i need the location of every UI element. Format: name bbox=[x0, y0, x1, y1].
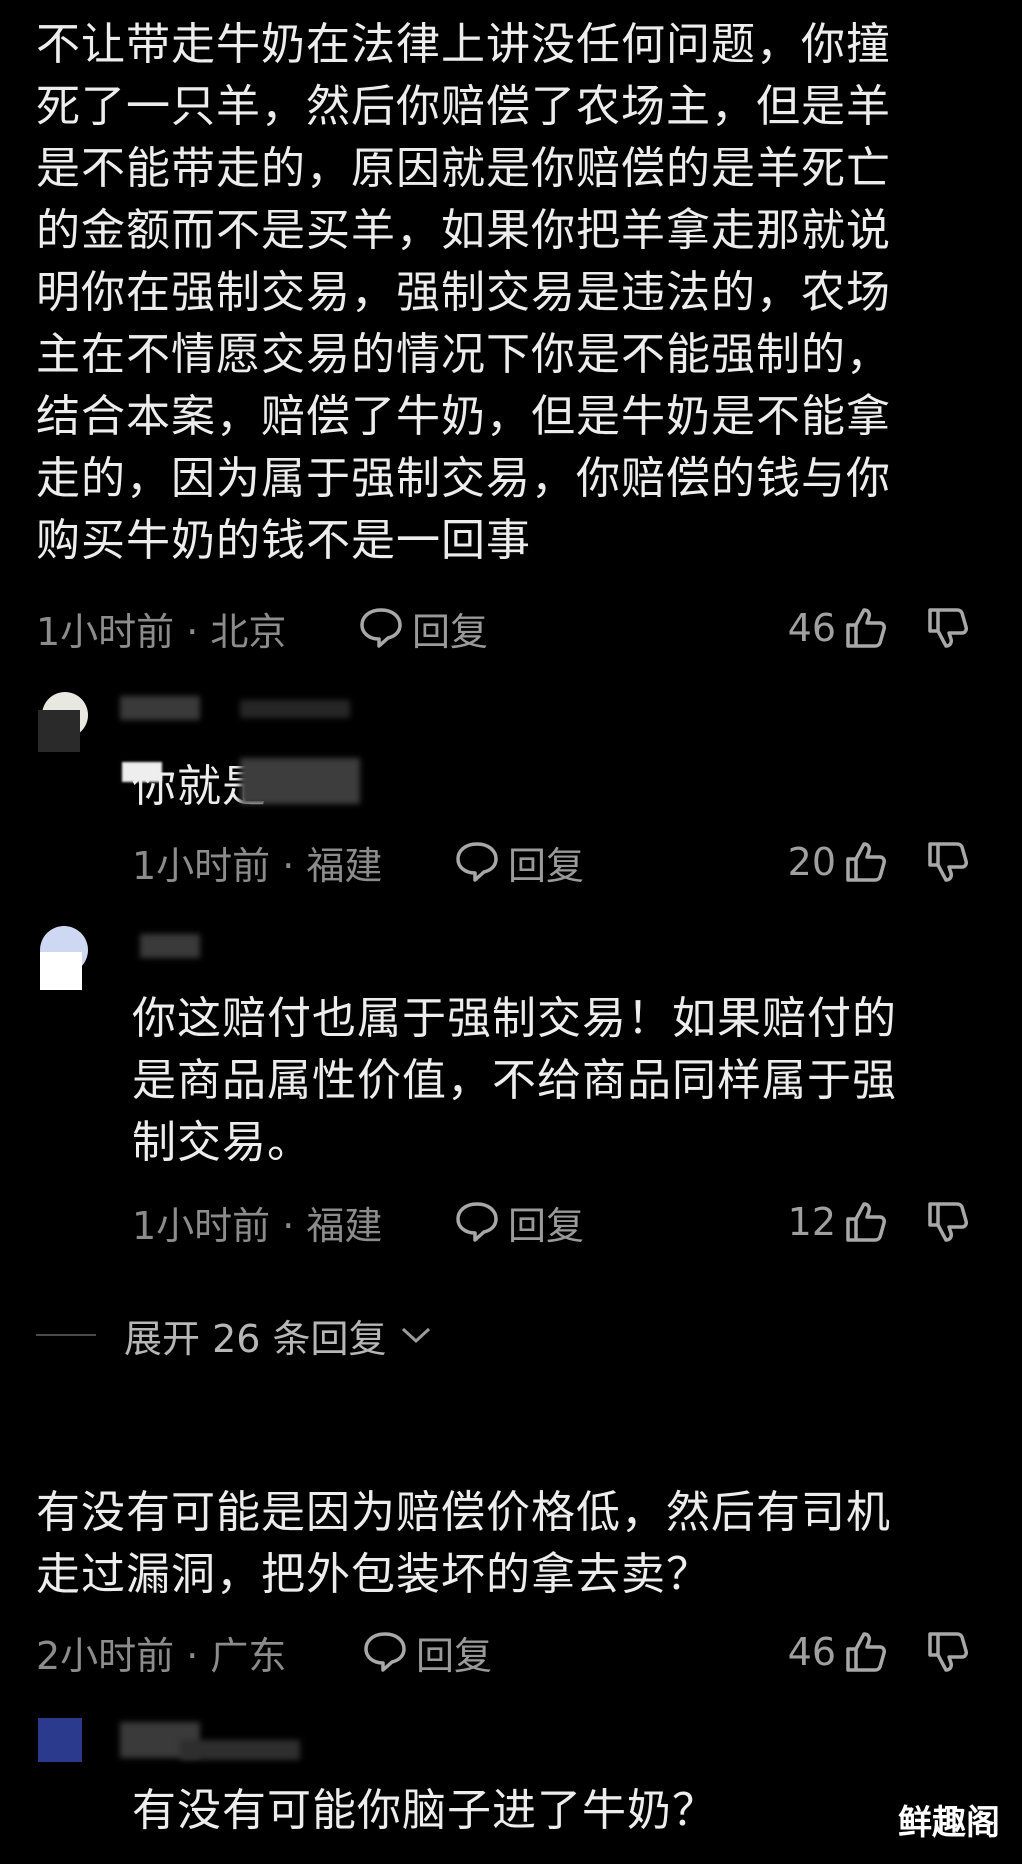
thumbs-up-icon bbox=[846, 1632, 886, 1672]
chevron-down-icon bbox=[401, 1327, 430, 1344]
reply-time-location: 1小时前 · 福建 bbox=[132, 1203, 383, 1248]
reply-time-location: 1小时前 · 福建 bbox=[132, 843, 383, 888]
reply-button[interactable]: 回复 bbox=[454, 1195, 584, 1250]
redacted-username bbox=[140, 934, 200, 958]
comment-bubble-icon bbox=[364, 1632, 406, 1672]
like-button[interactable]: 12 bbox=[788, 1198, 890, 1246]
comment-meta: 2小时前 · 广东 回复 46 bbox=[36, 1622, 1022, 1682]
comment-text: 有没有可能是因为赔偿价格低，然后有司机 走过漏洞，把外包装坏的拿去卖？ bbox=[36, 1487, 891, 1600]
reply-text: 你这赔付也属于强制交易！如果赔付的 是商品属性价值，不给商品同样属于强 制交易。 bbox=[132, 993, 897, 1168]
dislike-button[interactable] bbox=[924, 604, 972, 652]
reply-3: 有没有可能你脑子进了牛奶？ bbox=[132, 1780, 992, 1842]
expand-label: 展开 26 条回复 bbox=[124, 1316, 387, 1361]
comment-time-location: 2小时前 · 广东 bbox=[36, 1633, 287, 1678]
reply-meta: 1小时前 · 福建 回复 20 bbox=[132, 832, 1022, 892]
redacted-username bbox=[180, 1740, 300, 1760]
comment-meta: 1小时前 · 北京 回复 46 bbox=[36, 598, 1022, 658]
like-count: 12 bbox=[787, 1200, 836, 1244]
reply-label: 回复 bbox=[416, 1633, 493, 1678]
like-button[interactable]: 46 bbox=[788, 1628, 890, 1676]
reply-label: 回复 bbox=[412, 609, 489, 654]
redacted-text bbox=[240, 758, 360, 804]
reply-2: 你这赔付也属于强制交易！如果赔付的 是商品属性价值，不给商品同样属于强 制交易。 bbox=[132, 988, 992, 1174]
thumbs-down-icon bbox=[928, 1632, 968, 1672]
comment-time-location: 1小时前 · 北京 bbox=[36, 609, 287, 654]
like-count: 46 bbox=[787, 606, 836, 650]
thumbs-up-icon bbox=[846, 1202, 886, 1242]
like-button[interactable]: 46 bbox=[788, 604, 890, 652]
comment-1: 不让带走牛奶在法律上讲没任何问题，你撞 死了一只羊，然后你赔偿了农场主，但是羊 … bbox=[36, 14, 996, 572]
thumbs-up-icon bbox=[846, 842, 886, 882]
reply-button[interactable]: 回复 bbox=[454, 835, 584, 890]
watermark: 鲜趣阁 bbox=[898, 1803, 1000, 1843]
comment-bubble-icon bbox=[456, 842, 498, 882]
divider-line bbox=[36, 1334, 96, 1336]
like-count: 20 bbox=[787, 840, 836, 884]
comment-2: 有没有可能是因为赔偿价格低，然后有司机 走过漏洞，把外包装坏的拿去卖？ bbox=[36, 1482, 996, 1606]
avatar[interactable] bbox=[38, 926, 88, 990]
like-button[interactable]: 20 bbox=[788, 838, 890, 886]
reply-label: 回复 bbox=[508, 1203, 585, 1248]
thumbs-down-icon bbox=[928, 608, 968, 648]
redacted-text bbox=[122, 762, 162, 782]
reply-button[interactable]: 回复 bbox=[362, 1625, 492, 1680]
avatar[interactable] bbox=[38, 1718, 82, 1762]
dislike-button[interactable] bbox=[924, 1198, 972, 1246]
dislike-button[interactable] bbox=[924, 838, 972, 886]
dislike-button[interactable] bbox=[924, 1628, 972, 1676]
comment-bubble-icon bbox=[456, 1202, 498, 1242]
thumbs-up-icon bbox=[846, 608, 886, 648]
expand-replies-button[interactable]: 展开 26 条回复 bbox=[36, 1305, 433, 1365]
thumbs-down-icon bbox=[928, 842, 968, 882]
reply-label: 回复 bbox=[508, 843, 585, 888]
redacted-username bbox=[240, 700, 350, 718]
reply-button[interactable]: 回复 bbox=[358, 601, 488, 656]
reply-text: 有没有可能你脑子进了牛奶？ bbox=[132, 1785, 717, 1836]
like-count: 46 bbox=[787, 1630, 836, 1674]
thumbs-down-icon bbox=[928, 1202, 968, 1242]
comment-text: 不让带走牛奶在法律上讲没任何问题，你撞 死了一只羊，然后你赔偿了农场主，但是羊 … bbox=[36, 19, 891, 566]
redacted-username bbox=[120, 696, 200, 720]
avatar[interactable] bbox=[38, 688, 88, 752]
reply-meta: 1小时前 · 福建 回复 12 bbox=[132, 1192, 1022, 1252]
comment-bubble-icon bbox=[360, 608, 402, 648]
